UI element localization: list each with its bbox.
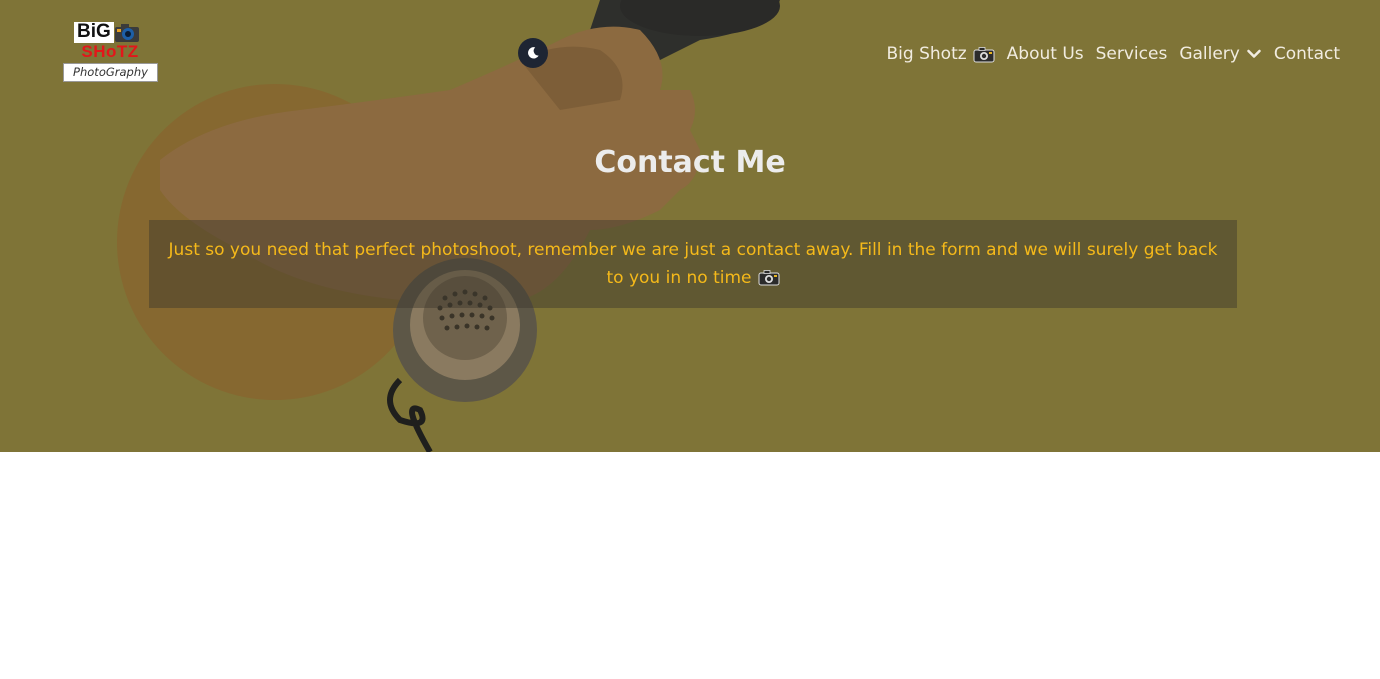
nav-item-label: Big Shotz [886,44,967,64]
camera-icon [973,46,995,62]
main-nav: Big Shotz About Us Services Gallery Cont… [887,40,1340,68]
nav-item-contact[interactable]: Contact [1274,44,1340,64]
logo-text-big: BiG [74,22,114,43]
logo-text-shotz: SHoTZ [81,42,139,61]
chevron-down-icon [1247,49,1261,58]
nav-item-services[interactable]: Services [1096,44,1168,64]
nav-item-label: Contact [1273,44,1340,64]
nav-item-label: Gallery [1179,44,1240,64]
nav-item-label: Services [1095,44,1168,64]
hero-section: BiG SHoTZ PhotoGraphy Big Shotz About Us… [0,0,1380,452]
camera-icon [758,270,779,286]
site-logo[interactable]: BiG SHoTZ PhotoGraphy [62,21,158,83]
page-title: Contact Me [594,145,786,180]
logo-camera-icon [114,24,139,42]
nav-item-big-shotz[interactable]: Big Shotz [887,44,995,64]
logo-top-row: BiG [74,22,146,43]
theme-toggle-button[interactable] [518,38,548,68]
moon-icon [528,47,539,59]
nav-item-label: About Us [1006,44,1084,64]
contact-intro-message: Just so you need that perfect photoshoot… [149,220,1237,308]
contact-intro-text: Just so you need that perfect photoshoot… [168,240,1218,288]
logo-text-photography: PhotoGraphy [63,63,158,82]
nav-item-about-us[interactable]: About Us [1007,44,1084,64]
nav-item-gallery[interactable]: Gallery [1179,44,1262,64]
